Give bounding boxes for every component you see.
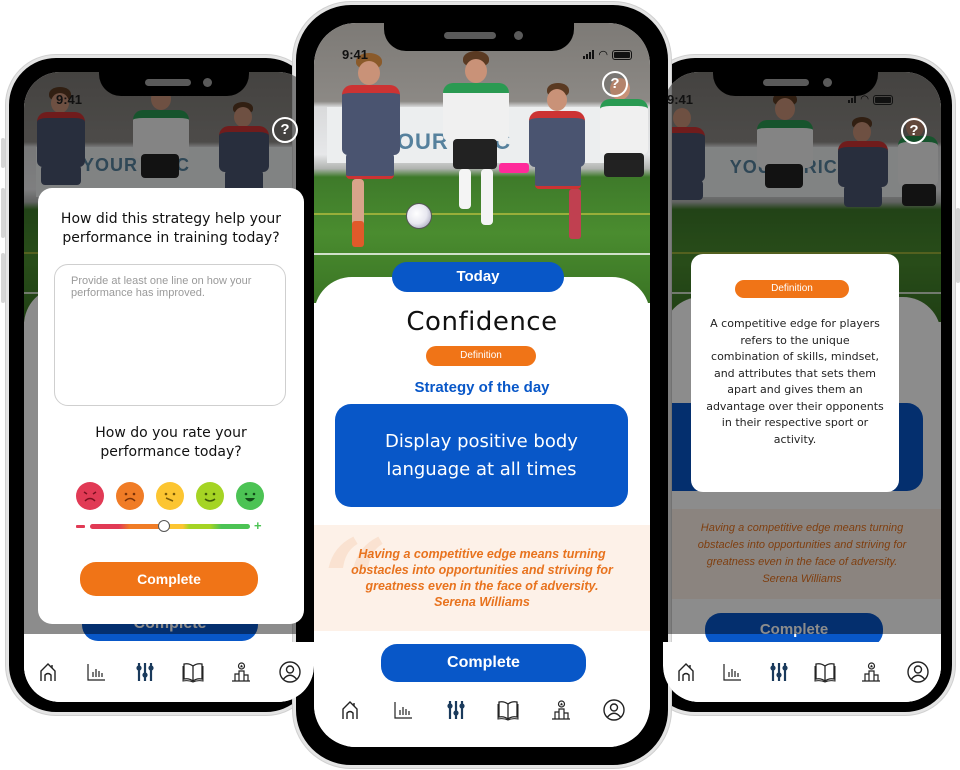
rating-very-bad-emoji[interactable] xyxy=(76,482,104,510)
notch xyxy=(713,72,878,96)
left-screen: YOUR TRIC 9:41 ? How did this strategy h… xyxy=(24,72,314,702)
wifi-icon: ◠ xyxy=(598,48,608,61)
performance-improvement-input[interactable] xyxy=(54,264,286,406)
bottom-nav xyxy=(24,642,314,702)
nav-item-library[interactable] xyxy=(810,657,840,687)
volume-up-button xyxy=(1,138,5,168)
home-icon xyxy=(40,663,56,681)
app-mockup-stage: YOUR TRIC 9:41 ? How did this strategy h… xyxy=(0,0,960,770)
content-card: Confidence Definition Strategy of the da… xyxy=(314,277,650,747)
nav-item-home[interactable] xyxy=(671,657,701,687)
nav-item-leaderboard[interactable] xyxy=(546,695,576,725)
book-icon xyxy=(814,663,836,683)
nav-item-profile[interactable] xyxy=(903,657,933,687)
nav-item-profile[interactable] xyxy=(275,657,305,687)
signal-icon xyxy=(583,50,595,59)
slider-plus-icon: + xyxy=(254,518,262,533)
help-button[interactable]: ? xyxy=(602,71,628,97)
nav-item-strategies[interactable] xyxy=(441,695,471,725)
nav-item-home[interactable] xyxy=(33,657,63,687)
performance-slider-track[interactable] xyxy=(90,524,250,529)
right-phone: YOUR TRIC 9:41 ◠ ? Having a competitive … xyxy=(645,55,960,715)
volume-down-button xyxy=(1,188,5,238)
user-circle-icon xyxy=(602,699,625,721)
nav-item-leaderboard[interactable] xyxy=(856,657,886,687)
book-icon xyxy=(497,701,519,721)
bar-chart-icon xyxy=(87,664,106,681)
nav-item-stats[interactable] xyxy=(81,657,111,687)
nav-item-stats[interactable] xyxy=(388,695,418,725)
nav-item-strategies[interactable] xyxy=(764,657,794,687)
right-screen: YOUR TRIC 9:41 ◠ ? Having a competitive … xyxy=(663,72,941,702)
rating-bad-emoji[interactable] xyxy=(116,482,144,510)
quote-author: Serena Williams xyxy=(434,595,530,609)
bar-chart-icon xyxy=(723,664,742,681)
mute-button xyxy=(1,253,5,303)
quote-author: Serena Williams xyxy=(762,573,842,585)
rating-good-emoji[interactable] xyxy=(196,482,224,510)
strategy-heading: Strategy of the day xyxy=(414,379,550,396)
quote-text: Having a competitive edge means turning … xyxy=(351,547,613,593)
skill-title: Confidence xyxy=(406,307,558,337)
sliders-icon xyxy=(447,701,465,719)
nav-item-library[interactable] xyxy=(493,695,523,725)
definition-popup: Definition A competitive edge for player… xyxy=(691,254,899,492)
book-icon xyxy=(182,663,204,683)
status-time: 9:41 xyxy=(342,47,369,62)
today-tab[interactable]: Today xyxy=(392,262,564,292)
help-button[interactable]: ? xyxy=(272,117,298,143)
complete-button[interactable]: Complete xyxy=(381,644,586,682)
wifi-icon: ◠ xyxy=(860,94,869,105)
strategy-help-question: How did this strategy help your performa… xyxy=(60,211,282,246)
center-phone: YOUR TRIC 9:41 ◠ ? Confidence Definition… xyxy=(293,2,671,768)
user-circle-icon xyxy=(279,661,301,683)
strategy-box: Display positive body language at all ti… xyxy=(335,404,628,507)
rating-very-good-emoji[interactable] xyxy=(236,482,264,510)
home-icon xyxy=(342,701,359,719)
notch xyxy=(99,72,249,96)
definition-button[interactable]: Definition xyxy=(426,346,536,366)
status-icons: ◠ xyxy=(848,94,893,105)
nav-item-strategies[interactable] xyxy=(130,657,160,687)
notch xyxy=(384,23,574,51)
nav-item-profile[interactable] xyxy=(599,695,629,725)
podium-icon xyxy=(862,662,881,682)
nav-item-stats[interactable] xyxy=(717,657,747,687)
status-icons: ◠ xyxy=(583,48,632,61)
rating-neutral-emoji[interactable] xyxy=(156,482,184,510)
slider-minus-icon xyxy=(76,525,85,528)
sliders-icon xyxy=(770,663,788,681)
nav-item-leaderboard[interactable] xyxy=(226,657,256,687)
quote-box: Having a competitive edge means turning … xyxy=(663,509,941,599)
feedback-sheet: How did this strategy help your performa… xyxy=(38,188,304,624)
battery-icon xyxy=(612,49,632,60)
signal-icon xyxy=(848,96,857,103)
battery-icon xyxy=(873,94,893,105)
performance-rating-question: How do you rate your performance today? xyxy=(95,425,247,460)
nav-item-home[interactable] xyxy=(335,695,365,725)
help-button[interactable]: ? xyxy=(901,118,927,144)
definition-label: Definition xyxy=(735,280,849,298)
bar-chart-icon xyxy=(394,702,412,719)
left-phone: YOUR TRIC 9:41 ? How did this strategy h… xyxy=(1,55,316,715)
quote-text: Having a competitive edge means turning … xyxy=(697,522,907,568)
definition-text: A competitive edge for players refers to… xyxy=(706,317,884,446)
hero-photo: YOUR TRIC xyxy=(314,23,650,303)
podium-icon xyxy=(551,700,570,720)
nav-item-library[interactable] xyxy=(178,657,208,687)
center-screen: YOUR TRIC 9:41 ◠ ? Confidence Definition… xyxy=(314,23,650,747)
quote-box: “ Having a competitive edge means turnin… xyxy=(314,525,650,635)
performance-slider-thumb[interactable] xyxy=(157,520,170,532)
bottom-nav xyxy=(663,642,941,702)
bottom-nav xyxy=(324,685,640,735)
user-circle-icon xyxy=(907,661,929,683)
sliders-icon xyxy=(136,663,154,681)
status-time: 9:41 xyxy=(667,92,694,107)
home-icon xyxy=(678,663,694,681)
status-time: 9:41 xyxy=(56,92,83,107)
power-button xyxy=(956,208,960,283)
podium-icon xyxy=(232,662,251,682)
soccer-ball xyxy=(406,203,432,229)
complete-feedback-button[interactable]: Complete xyxy=(80,562,258,596)
